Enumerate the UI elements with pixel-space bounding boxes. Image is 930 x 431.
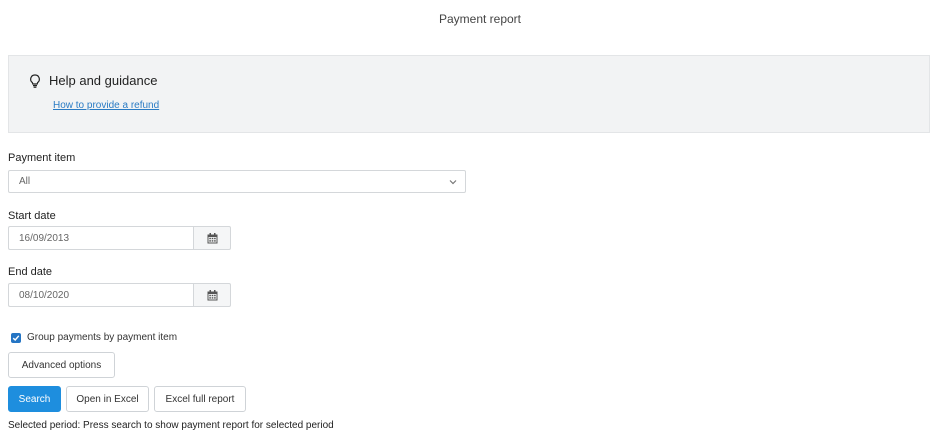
end-date-group <box>8 283 231 307</box>
end-date-input[interactable] <box>8 283 193 307</box>
search-button[interactable]: Search <box>8 386 61 412</box>
help-panel: Help and guidance How to provide a refun… <box>8 55 930 133</box>
end-date-picker-button[interactable] <box>193 283 231 307</box>
chevron-down-icon <box>449 180 457 185</box>
help-heading-text: Help and guidance <box>49 73 158 88</box>
calendar-icon <box>207 289 217 300</box>
start-date-picker-button[interactable] <box>193 226 231 250</box>
excel-full-report-button[interactable]: Excel full report <box>154 386 246 412</box>
group-by-label: Group payments by payment item <box>27 332 178 343</box>
group-by-row: Group payments by payment item <box>11 332 177 343</box>
checkmark-icon <box>12 334 20 341</box>
start-date-input[interactable] <box>8 226 193 250</box>
start-date-label: Start date <box>8 210 56 222</box>
group-by-checkbox[interactable] <box>11 332 21 343</box>
lightbulb-icon <box>30 73 40 88</box>
selected-period-text: Selected period: Press search to show pa… <box>8 420 334 431</box>
open-in-excel-button[interactable]: Open in Excel <box>66 386 149 412</box>
refund-guide-link[interactable]: How to provide a refund <box>53 100 159 111</box>
payment-item-selected: All <box>19 176 31 187</box>
payment-item-select[interactable]: All <box>8 170 466 193</box>
payment-item-label: Payment item <box>8 152 76 164</box>
help-heading: Help and guidance <box>29 73 157 88</box>
end-date-label: End date <box>8 266 53 278</box>
advanced-options-button[interactable]: Advanced options <box>8 352 115 378</box>
start-date-group <box>8 226 231 250</box>
page-title: Payment report <box>438 12 522 26</box>
calendar-icon <box>207 232 217 243</box>
